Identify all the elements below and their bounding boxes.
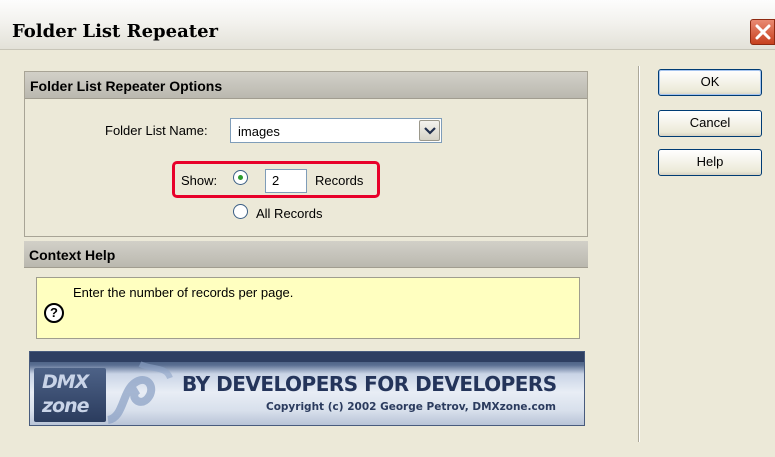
context-help-header: Context Help	[24, 241, 588, 268]
folder-list-label: Folder List Name:	[105, 123, 208, 138]
banner-tagline: BY DEVELOPERS FOR DEVELOPERS	[182, 372, 557, 396]
window-title: Folder List Repeater	[12, 21, 218, 42]
logo-text-line1: DMX	[42, 371, 89, 393]
radio-selected-dot	[238, 175, 243, 180]
dialog-window: Folder List Repeater Folder List Repeate…	[0, 0, 775, 457]
logo-text-line2: zone	[42, 395, 90, 417]
records-label: Records	[315, 173, 364, 188]
chevron-down-icon	[424, 127, 436, 135]
all-records-label: All Records	[256, 206, 323, 221]
help-button[interactable]: Help	[658, 149, 762, 176]
context-help-area: Enter the number of records per page. ?	[36, 277, 580, 339]
dropdown-button[interactable]	[419, 120, 440, 141]
options-header: Folder List Repeater Options	[25, 72, 587, 99]
folder-list-select[interactable]: images	[230, 118, 442, 143]
title-bar[interactable]: Folder List Repeater	[0, 0, 775, 50]
context-help-text: Enter the number of records per page.	[73, 285, 294, 300]
ok-button[interactable]: OK	[658, 69, 762, 96]
logo-swirl-icon	[106, 361, 173, 424]
show-label: Show:	[181, 173, 218, 188]
banner-copyright: Copyright (c) 2002 George Petrov, DMXzon…	[266, 401, 556, 413]
cancel-button[interactable]: Cancel	[658, 110, 762, 137]
dmxzone-logo: DMX zone	[34, 368, 106, 422]
question-mark-icon: ?	[44, 303, 64, 323]
vertical-separator	[638, 66, 640, 442]
dmxzone-banner: DMX zone BY DEVELOPERS FOR DEVELOPERS Co…	[29, 351, 585, 426]
close-icon	[755, 24, 771, 40]
folder-list-value: images	[238, 124, 280, 139]
show-records-radio[interactable]	[233, 170, 248, 185]
records-count-input[interactable]: 2	[265, 169, 307, 193]
close-button[interactable]	[750, 19, 775, 45]
all-records-radio[interactable]	[233, 204, 248, 219]
